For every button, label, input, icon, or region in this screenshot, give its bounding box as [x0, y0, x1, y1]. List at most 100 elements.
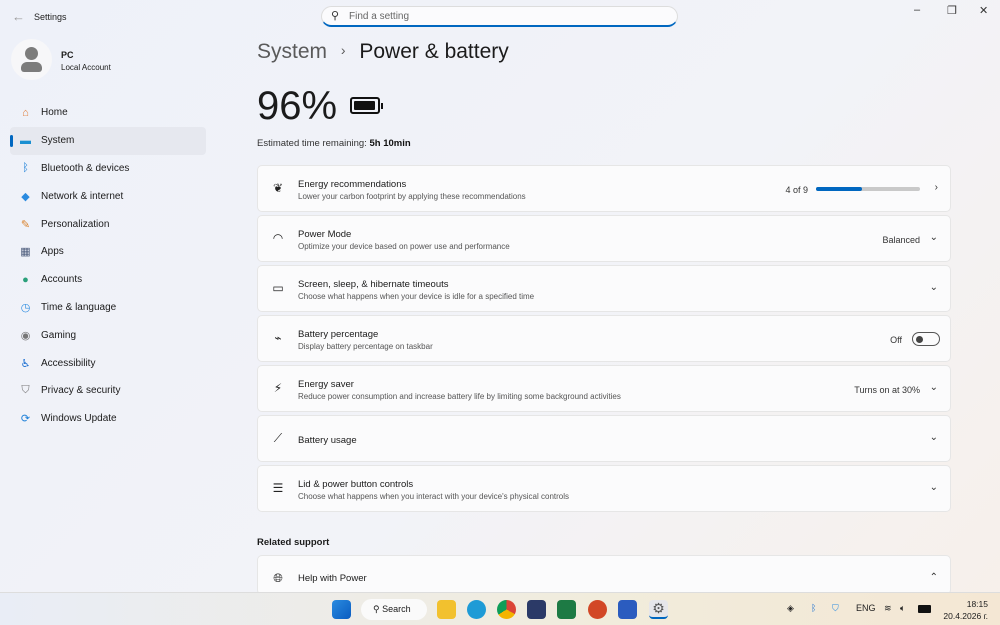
- sidebar-item-system[interactable]: ▬ System: [10, 126, 206, 155]
- taskbar-search[interactable]: ⚲ Search: [361, 599, 427, 620]
- chevron-down-icon: ⌄: [929, 432, 938, 443]
- card-subtitle: Choose what happens when you interact wi…: [298, 492, 570, 501]
- sidebar-item-bluetooth-devices[interactable]: ᛒ Bluetooth & devices: [10, 155, 206, 183]
- system-icon: ▬: [20, 134, 31, 147]
- battery-charging-icon: ⌁: [274, 331, 282, 345]
- leaf-icon: ❦: [272, 181, 284, 195]
- language-indicator[interactable]: ENG: [856, 603, 876, 613]
- gamepad-icon: ◉: [20, 329, 31, 342]
- sidebar-item-windows-update[interactable]: ⟳ Windows Update: [10, 405, 206, 433]
- file-explorer-icon[interactable]: [437, 600, 456, 619]
- close-button[interactable]: ✕: [979, 4, 988, 17]
- clock-time: 18:15: [966, 599, 988, 609]
- maximize-button[interactable]: ❐: [947, 4, 957, 17]
- wifi-tray-icon[interactable]: ≋: [884, 603, 892, 614]
- update-icon: ⟳: [20, 413, 31, 426]
- breadcrumb-parent[interactable]: System: [257, 40, 327, 63]
- sidebar-nav: ⌂ Home ▬ System ᛒ Bluetooth & devices ◆ Network…: [10, 99, 206, 433]
- sidebar-item-label: Personalization: [41, 218, 110, 230]
- sidebar-item-time-language[interactable]: ◷ Time & language: [10, 294, 206, 322]
- card-battery-percentage[interactable]: ⌁ Battery percentage Display battery perce…: [257, 315, 951, 362]
- help-title: Help with Power: [298, 573, 367, 584]
- sidebar-item-home[interactable]: ⌂ Home: [10, 99, 206, 127]
- sidebar-item-label: System: [41, 135, 75, 147]
- sidebar-item-accessibility[interactable]: ♿︎ Accessibility: [10, 349, 206, 377]
- bluetooth-tray-icon[interactable]: ᛒ: [811, 603, 816, 613]
- chevron-up-icon: ⌃: [929, 572, 938, 583]
- card-energy-recommendations[interactable]: ❦ Energy recommendations Lower your carbon…: [257, 165, 951, 212]
- gauge-icon: ◠: [272, 231, 284, 245]
- sidebar-item-network-internet[interactable]: ◆ Network & internet: [10, 182, 206, 210]
- card-subtitle: Reduce power consumption and increase ba…: [298, 392, 621, 401]
- chrome-icon[interactable]: [497, 600, 516, 619]
- minimize-button[interactable]: –: [914, 4, 920, 16]
- taskbar: ⚲ Search ⚙ ◈ ᛒ ⛉ ENG ≋ 🔈︎ 18:15 20.4.202…: [0, 592, 1000, 625]
- card-title: Power Mode: [298, 229, 352, 240]
- taskbar-search-label: Search: [382, 604, 411, 614]
- start-icon[interactable]: [332, 600, 351, 619]
- recommendations-progress: [816, 187, 920, 191]
- sidebar-item-personalization[interactable]: ✎ Personalization: [10, 210, 206, 238]
- search-placeholder: Find a setting: [349, 11, 410, 22]
- battery-icon: [350, 97, 383, 114]
- card-title: Energy saver: [298, 379, 354, 390]
- estimated-time-value: 5h 10min: [369, 138, 411, 149]
- apps-icon: ▦: [20, 246, 31, 259]
- related-support-heading: Related support: [257, 537, 330, 548]
- volume-tray-icon[interactable]: 🔈︎: [900, 603, 905, 614]
- sidebar-item-apps[interactable]: ▦ Apps: [10, 238, 206, 266]
- brush-icon: ✎: [20, 218, 31, 231]
- sidebar-item-label: Windows Update: [41, 413, 117, 425]
- color-picker-tray-icon[interactable]: ◈: [787, 603, 794, 614]
- edge-icon[interactable]: [467, 600, 486, 619]
- settings-app-icon[interactable]: ⚙: [649, 600, 668, 619]
- battery-percentage-toggle[interactable]: [912, 332, 940, 346]
- estimated-time: Estimated time remaining: 5h 10min: [257, 138, 411, 149]
- avatar[interactable]: [11, 39, 52, 80]
- word-icon[interactable]: [618, 600, 637, 619]
- card-screen-sleep-hibernate-timeouts[interactable]: ▭ Screen, sleep, & hibernate timeouts Choo…: [257, 265, 951, 312]
- chevron-down-icon: ⌄: [929, 282, 938, 293]
- sidebar-item-label: Home: [41, 107, 68, 119]
- screen-sleep-icon: ▭: [272, 281, 284, 295]
- card-subtitle: Display battery percentage on taskbar: [298, 342, 433, 351]
- battery-percent: 96%: [257, 84, 338, 128]
- security-tray-icon[interactable]: ⛉: [832, 603, 839, 614]
- sidebar-item-label: Apps: [41, 246, 64, 258]
- card-value: Turns on at 30%: [854, 385, 920, 395]
- search-input[interactable]: ⚲ Find a setting: [321, 6, 678, 27]
- chevron-right-icon: ›: [934, 182, 938, 193]
- globe-icon: 🌐︎: [273, 571, 283, 585]
- sidebar-item-label: Time & language: [41, 301, 117, 313]
- card-energy-saver[interactable]: ⚡︎ Energy saver Reduce power consumption a…: [257, 365, 951, 412]
- clock[interactable]: 18:15 20.4.2026 г.: [943, 598, 988, 622]
- excel-icon[interactable]: [557, 600, 576, 619]
- card-title: Battery usage: [298, 435, 357, 446]
- breadcrumb: System › Power & battery: [257, 40, 509, 64]
- shield-icon: ⛉: [21, 384, 30, 397]
- back-arrow-icon[interactable]: ←: [12, 9, 25, 24]
- card-subtitle: Optimize your device based on power use …: [298, 242, 510, 251]
- help-with-power-card[interactable]: 🌐︎ Help with Power ⌃: [257, 555, 951, 595]
- sidebar-item-label: Privacy & security: [41, 385, 121, 397]
- card-subtitle: Choose what happens when your device is …: [298, 292, 535, 301]
- sidebar-item-privacy-security[interactable]: ⛉ Privacy & security: [10, 377, 206, 405]
- powerpoint-icon[interactable]: [588, 600, 607, 619]
- card-power-mode[interactable]: ◠ Power Mode Optimize your device based on…: [257, 215, 951, 262]
- breadcrumb-separator: ›: [340, 42, 346, 58]
- card-value[interactable]: Balanced: [882, 235, 920, 245]
- accessibility-icon: ♿︎: [20, 357, 31, 370]
- card-lid-power-button-controls[interactable]: ☰ Lid & power button controls Choose what …: [257, 465, 951, 512]
- sidebar-item-label: Accessibility: [41, 357, 96, 369]
- card-battery-usage[interactable]: ⟋ Battery usage ⌄: [257, 415, 951, 462]
- sidebar-item-gaming[interactable]: ◉ Gaming: [10, 321, 206, 349]
- page-title: Power & battery: [359, 40, 509, 63]
- battery-tray-icon[interactable]: [918, 605, 931, 613]
- store-icon[interactable]: [527, 600, 546, 619]
- wifi-icon: ◆: [21, 190, 30, 203]
- chevron-down-icon: ⌄: [929, 382, 938, 393]
- search-icon: ⚲: [331, 10, 340, 22]
- clock-date: 20.4.2026 г.: [943, 611, 988, 621]
- sidebar-item-accounts[interactable]: ● Accounts: [10, 266, 206, 294]
- energy-saver-icon: ⚡︎: [273, 381, 283, 395]
